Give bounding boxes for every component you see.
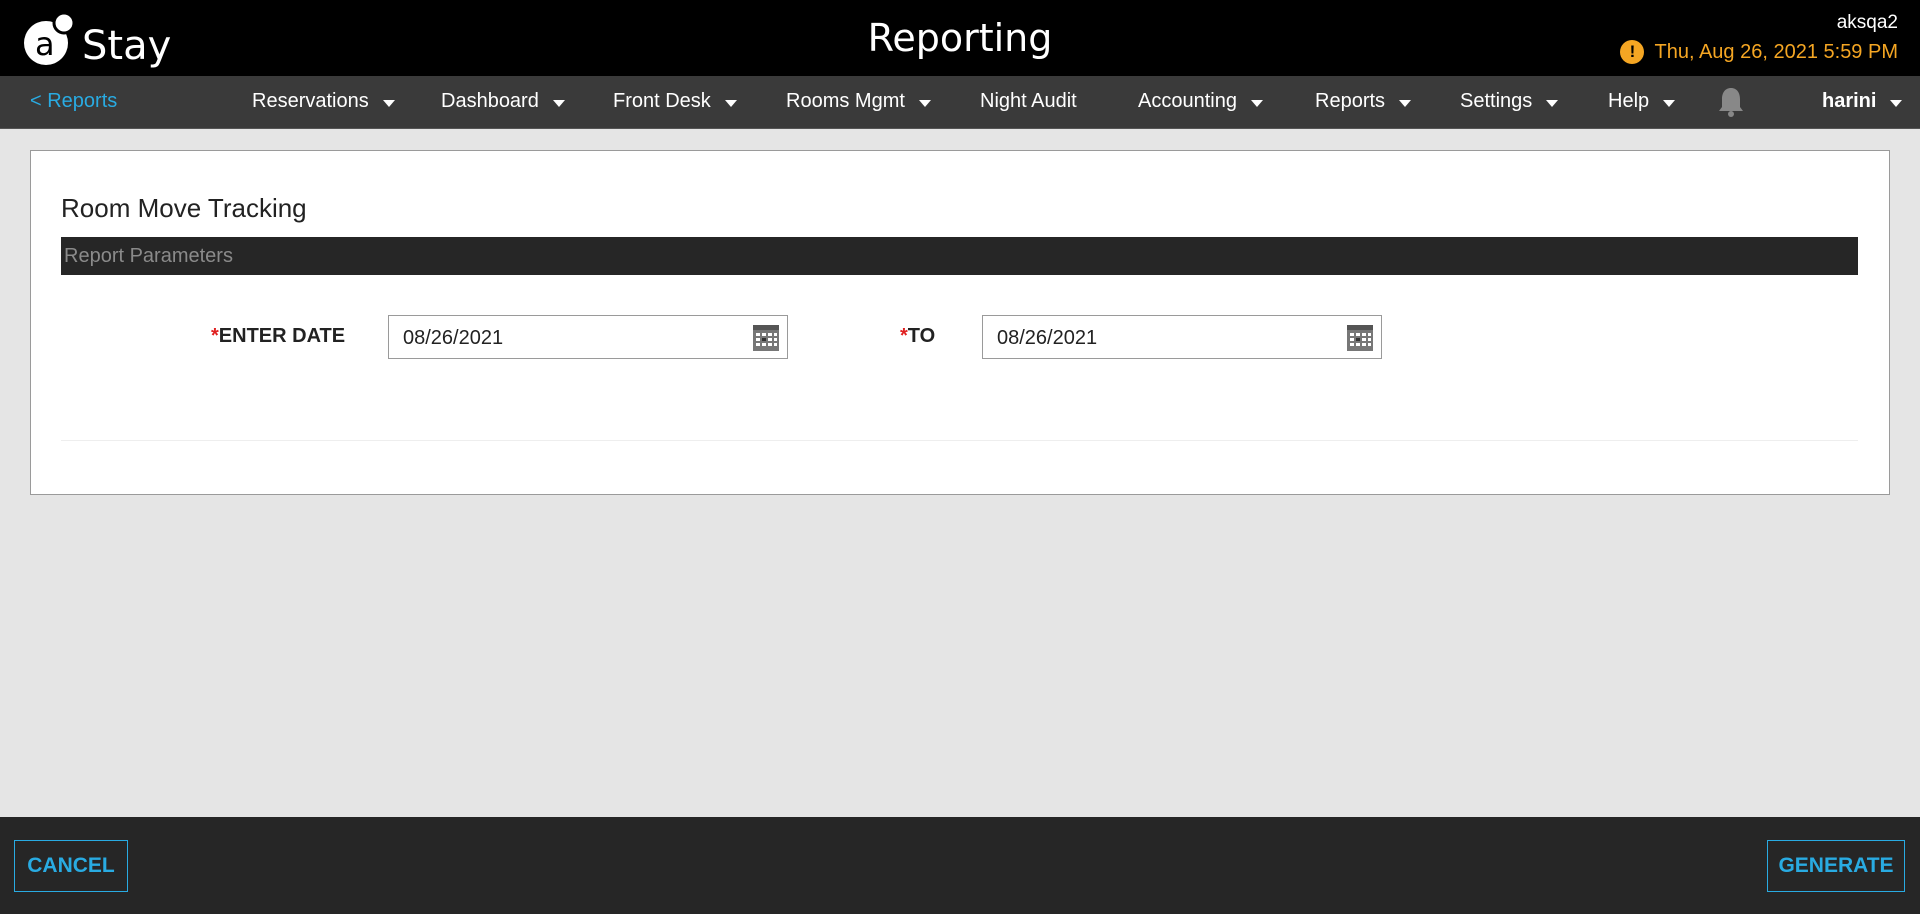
business-date: ! Thu, Aug 26, 2021 5:59 PM <box>1620 40 1898 64</box>
calendar-icon[interactable] <box>1346 324 1374 352</box>
required-marker: * <box>211 325 219 347</box>
nav-reports[interactable]: Reports <box>1315 90 1412 113</box>
nav-help[interactable]: Help <box>1608 90 1676 113</box>
user-menu[interactable]: harini <box>1822 90 1903 113</box>
caret-down-icon <box>552 99 565 107</box>
nav-reservations[interactable]: Reservations <box>252 90 395 113</box>
business-date-text: Thu, Aug 26, 2021 5:59 PM <box>1654 40 1898 63</box>
nav-rooms-mgmt[interactable]: Rooms Mgmt <box>786 90 931 113</box>
nav-front-desk[interactable]: Front Desk <box>613 90 737 113</box>
caret-down-icon <box>382 99 395 107</box>
caret-down-icon <box>1546 99 1559 107</box>
nav-label: Dashboard <box>441 90 539 112</box>
report-card: Room Move Tracking Report Parameters *EN… <box>30 150 1890 495</box>
nav-label: Reservations <box>252 90 369 112</box>
nav-settings[interactable]: Settings <box>1460 90 1559 113</box>
report-parameters-header: Report Parameters <box>61 237 1858 275</box>
generate-button[interactable]: GENERATE <box>1767 840 1905 892</box>
caret-down-icon <box>918 99 931 107</box>
nav-label: Reports <box>1315 90 1386 112</box>
back-to-reports-link[interactable]: < Reports <box>30 90 117 113</box>
from-date-input[interactable] <box>403 325 733 351</box>
from-date-field[interactable] <box>388 315 788 359</box>
to-date-input[interactable] <box>997 325 1327 351</box>
report-title: Room Move Tracking <box>61 193 307 223</box>
cancel-button[interactable]: CANCEL <box>14 840 128 892</box>
caret-down-icon <box>1250 99 1263 107</box>
nav-label: Help <box>1608 90 1650 112</box>
caret-down-icon <box>1663 99 1676 107</box>
to-date-label: *TO <box>900 325 935 348</box>
action-footer: CANCEL GENERATE <box>0 817 1920 914</box>
company-name: aksqa2 <box>1836 12 1898 33</box>
nav-label: Night Audit <box>980 90 1077 112</box>
nav-dashboard[interactable]: Dashboard <box>441 90 565 113</box>
nav-label: Front Desk <box>613 90 711 112</box>
caret-down-icon <box>1399 99 1412 107</box>
nav-label: Rooms Mgmt <box>786 90 905 112</box>
to-date-label-text: TO <box>907 325 936 347</box>
warning-icon[interactable]: ! <box>1620 40 1645 64</box>
from-date-label: *ENTER DATE <box>211 325 345 348</box>
nav-accounting[interactable]: Accounting <box>1138 90 1263 113</box>
nav-label: Accounting <box>1138 90 1237 112</box>
main-nav: < Reports Reservations Dashboard Front D… <box>0 76 1920 129</box>
caret-down-icon <box>724 99 737 107</box>
caret-down-icon <box>1890 99 1903 107</box>
to-date-field[interactable] <box>982 315 1382 359</box>
top-header: a Stay Reporting aksqa2 ! Thu, Aug 26, 2… <box>0 0 1920 76</box>
calendar-icon[interactable] <box>752 324 780 352</box>
nav-label: Settings <box>1460 90 1533 112</box>
user-name: harini <box>1822 90 1877 112</box>
required-marker: * <box>900 325 908 347</box>
nav-night-audit[interactable]: Night Audit <box>980 90 1077 113</box>
from-date-label-text: ENTER DATE <box>218 325 346 347</box>
divider <box>61 440 1858 441</box>
bell-icon[interactable] <box>1716 86 1746 118</box>
